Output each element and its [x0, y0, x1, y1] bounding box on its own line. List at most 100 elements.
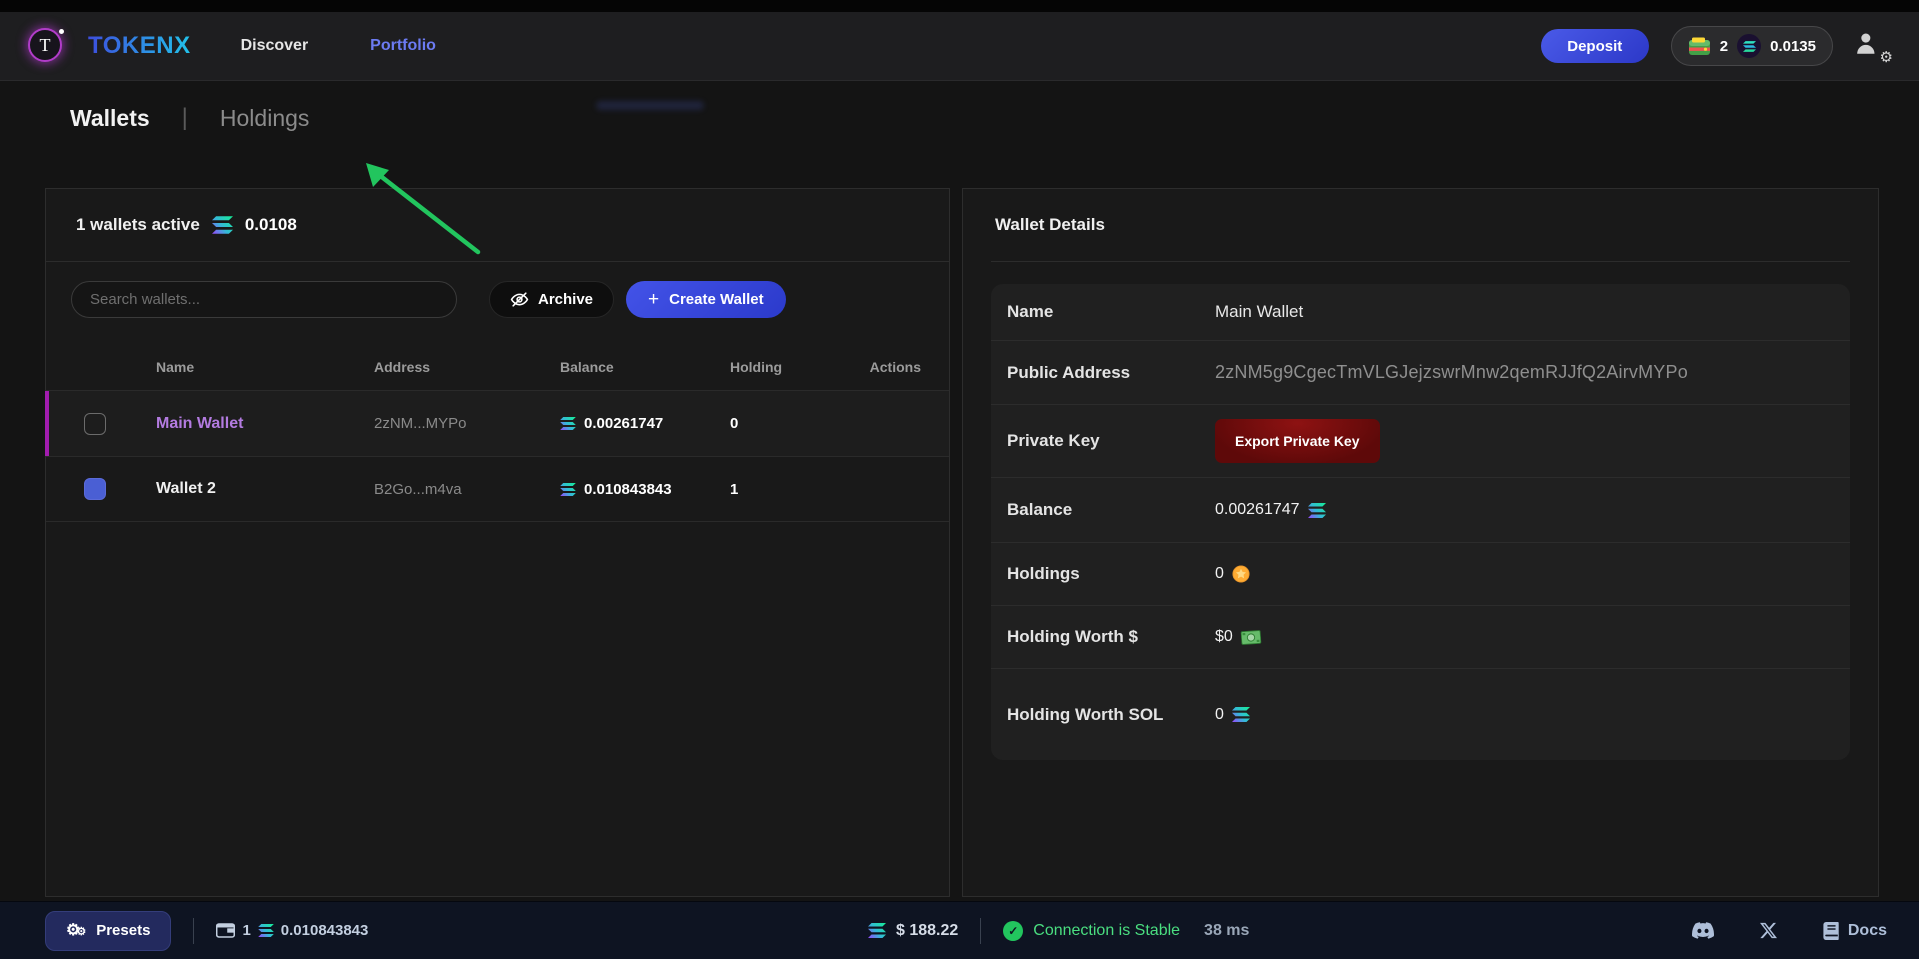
book-icon [1823, 922, 1840, 940]
wallet-address: 2zNM...MYPo [374, 415, 560, 432]
details-card: Name Main Wallet Public Address 2zNM5g9C… [991, 284, 1850, 760]
wallet-address: B2Go...m4va [374, 481, 560, 498]
balance-value: 0.00261747 [1215, 501, 1300, 519]
solana-icon [1308, 503, 1326, 518]
archive-label: Archive [538, 291, 593, 308]
deposit-button[interactable]: Deposit [1541, 29, 1649, 63]
name-value: Main Wallet [1215, 302, 1303, 322]
active-wallets-status: 1 0.010843843 [216, 922, 368, 939]
wallet-checkbox-unchecked[interactable] [84, 413, 106, 435]
wallet-outline-icon [216, 923, 235, 938]
tab-holdings[interactable]: Holdings [220, 105, 310, 132]
solana-icon [1232, 707, 1250, 722]
check-circle-icon: ✓ [1003, 921, 1023, 941]
active-wallets-text: 1 wallets active [76, 215, 200, 235]
eye-off-icon [510, 290, 529, 309]
create-wallet-button[interactable]: + Create Wallet [626, 281, 786, 318]
tab-separator: | [182, 104, 188, 132]
wallet-holding: 1 [730, 481, 850, 498]
active-wallets-sol: 0.0108 [245, 215, 297, 235]
search-input[interactable] [71, 281, 457, 318]
user-icon [1855, 31, 1881, 57]
private-key-label: Private Key [1007, 428, 1215, 454]
banknote-icon [1240, 629, 1261, 645]
solana-icon [560, 417, 576, 430]
connection-status-text: Connection is Stable [1033, 922, 1180, 940]
balance-label: Balance [1007, 497, 1215, 523]
gears-icon: ⚙⚙ [66, 923, 86, 939]
archive-button[interactable]: Archive [489, 281, 614, 318]
detail-row-public-address: Public Address 2zNM5g9CgecTmVLGJejzswrMn… [991, 340, 1850, 404]
holding-worth-sol-value: 0 [1215, 706, 1224, 724]
detail-row-name: Name Main Wallet [991, 284, 1850, 340]
wallets-summary: 1 wallets active 0.0108 [46, 189, 949, 261]
presets-button[interactable]: ⚙⚙ Presets [45, 911, 171, 951]
detail-row-balance: Balance 0.00261747 [991, 477, 1850, 542]
window-top-strip [0, 0, 1919, 12]
user-gear-icon: ⚙ [1880, 50, 1893, 65]
portfolio-tabs: Wallets | Holdings [70, 104, 309, 132]
portfolio-active-glow [596, 101, 704, 110]
app-logo[interactable]: T [28, 28, 64, 64]
holdings-value: 0 [1215, 565, 1224, 583]
wallet-balance: 0.010843843 [584, 481, 672, 498]
holding-worth-usd-value: $0 [1215, 628, 1233, 646]
details-title: Wallet Details [963, 189, 1878, 261]
divider [991, 261, 1850, 262]
detail-row-holdings: Holdings 0 [991, 542, 1850, 605]
selected-row-stripe [45, 391, 49, 456]
wallets-toolbar: Archive + Create Wallet [46, 262, 949, 336]
app-root: T TOKENX Discover Portfolio Deposit 2 [0, 0, 1919, 959]
x-icon [1760, 922, 1777, 939]
holding-worth-sol-label: Holding Worth SOL [1007, 702, 1177, 728]
sol-price-value: $ 188.22 [896, 922, 958, 940]
wallets-table: Name Address Balance Holding Actions Mai… [46, 344, 949, 522]
detail-row-private-key: Private Key Export Private Key [991, 404, 1850, 477]
logo-letter: T [28, 28, 62, 62]
table-header-row: Name Address Balance Holding Actions [46, 344, 949, 390]
nav-link-discover[interactable]: Discover [241, 37, 309, 55]
public-address-value[interactable]: 2zNM5g9CgecTmVLGJejzswrMnw2qemRJJfQ2Airv… [1215, 362, 1688, 383]
export-private-key-button[interactable]: Export Private Key [1215, 419, 1380, 463]
navbar-right: Deposit 2 0.0135 [1541, 26, 1889, 66]
statusbar-links: Docs [1692, 922, 1887, 940]
header-address: Address [374, 359, 560, 375]
holding-worth-usd-label: Holding Worth $ [1007, 624, 1215, 650]
status-bar: ⚙⚙ Presets 1 0.010843843 $ 188.22 [0, 901, 1919, 959]
sol-badge-icon [1737, 34, 1761, 58]
presets-label: Presets [96, 922, 150, 939]
tab-wallets[interactable]: Wallets [70, 105, 150, 132]
wallet-details-panel: Wallet Details Name Main Wallet Public A… [962, 188, 1879, 897]
table-row-wallet-2[interactable]: Wallet 2 B2Go...m4va 0.010843843 1 [46, 456, 949, 522]
chip-sol-balance: 0.0135 [1770, 38, 1816, 55]
header-holding: Holding [730, 359, 850, 375]
public-address-label: Public Address [1007, 360, 1215, 386]
brand-title: TOKENX [88, 32, 191, 60]
divider [980, 918, 981, 944]
detail-row-holding-worth-usd: Holding Worth $ $0 [991, 605, 1850, 668]
wallet-name[interactable]: Wallet 2 [156, 480, 374, 498]
table-row-main-wallet[interactable]: Main Wallet 2zNM...MYPo 0.00261747 0 [46, 390, 949, 456]
user-settings-button[interactable]: ⚙ [1855, 31, 1889, 61]
wallet-name[interactable]: Main Wallet [156, 415, 374, 433]
discord-link[interactable] [1692, 922, 1714, 939]
navbar: T TOKENX Discover Portfolio Deposit 2 [0, 12, 1919, 81]
docs-link[interactable]: Docs [1823, 922, 1887, 940]
holdings-label: Holdings [1007, 561, 1215, 587]
x-twitter-link[interactable] [1760, 922, 1777, 939]
sol-price: $ 188.22 [868, 922, 958, 940]
nav-links: Discover Portfolio [241, 37, 436, 55]
docs-label: Docs [1848, 922, 1887, 940]
solana-icon [212, 216, 233, 234]
coin-icon [1232, 565, 1250, 583]
wallet-balance-chip[interactable]: 2 0.0135 [1671, 26, 1833, 66]
wallet-checkbox-checked[interactable] [84, 478, 106, 500]
discord-icon [1692, 922, 1714, 939]
latency-value: 38 ms [1204, 922, 1249, 940]
nav-link-portfolio[interactable]: Portfolio [370, 37, 436, 55]
wallet-icon [1688, 37, 1711, 56]
detail-row-holding-worth-sol: Holding Worth SOL 0 [991, 668, 1850, 760]
active-wallets-balance: 0.010843843 [281, 922, 369, 939]
solana-icon [258, 924, 274, 937]
statusbar-center: $ 188.22 ✓ Connection is Stable 38 ms [868, 918, 1249, 944]
